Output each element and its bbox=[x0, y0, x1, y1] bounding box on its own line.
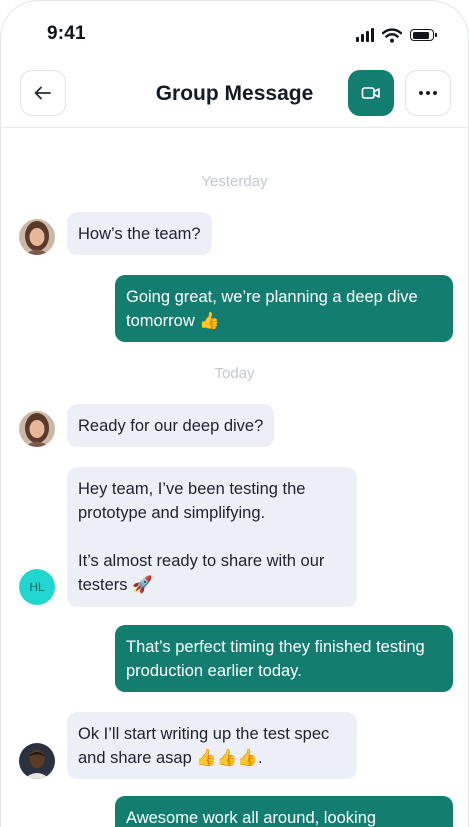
date-divider: Today bbox=[214, 365, 255, 382]
battery-icon bbox=[410, 29, 437, 41]
avatar-initials[interactable]: HL bbox=[19, 569, 55, 605]
more-options-button[interactable] bbox=[405, 70, 451, 116]
incoming-message[interactable]: Hey team, I’ve been testing the prototyp… bbox=[67, 467, 357, 607]
status-time: 9:41 bbox=[47, 23, 86, 44]
incoming-message[interactable]: Ok I’ll start writing up the test spec a… bbox=[67, 712, 357, 779]
status-bar: 9:41 bbox=[1, 1, 468, 63]
avatar[interactable] bbox=[19, 743, 55, 779]
outgoing-message[interactable]: Going great, we’re planning a deep dive … bbox=[115, 275, 453, 342]
status-icons bbox=[356, 25, 437, 45]
avatar[interactable] bbox=[19, 219, 55, 255]
man-avatar-icon bbox=[19, 743, 55, 779]
signal-icon bbox=[356, 28, 374, 42]
woman-avatar-icon bbox=[19, 219, 55, 255]
chat-header: Group Message bbox=[1, 63, 468, 128]
video-camera-icon bbox=[361, 87, 380, 99]
phone-screen: 9:41 Group Message Yesterday How’s the t… bbox=[0, 0, 469, 827]
outgoing-message[interactable]: That’s perfect timing they finished test… bbox=[115, 625, 453, 692]
avatar[interactable] bbox=[19, 411, 55, 447]
woman-avatar-icon bbox=[19, 411, 55, 447]
page-title: Group Message bbox=[155, 82, 314, 105]
outgoing-message[interactable]: Awesome work all around, looking bbox=[115, 796, 453, 827]
message-list: Yesterday How’s the team? Going great, w… bbox=[1, 128, 468, 827]
incoming-message[interactable]: Ready for our deep dive? bbox=[67, 404, 275, 447]
wifi-icon bbox=[382, 27, 402, 43]
incoming-message[interactable]: How’s the team? bbox=[67, 212, 212, 255]
video-call-button[interactable] bbox=[348, 70, 394, 116]
more-dots-icon bbox=[419, 91, 437, 95]
date-divider: Yesterday bbox=[201, 173, 268, 190]
